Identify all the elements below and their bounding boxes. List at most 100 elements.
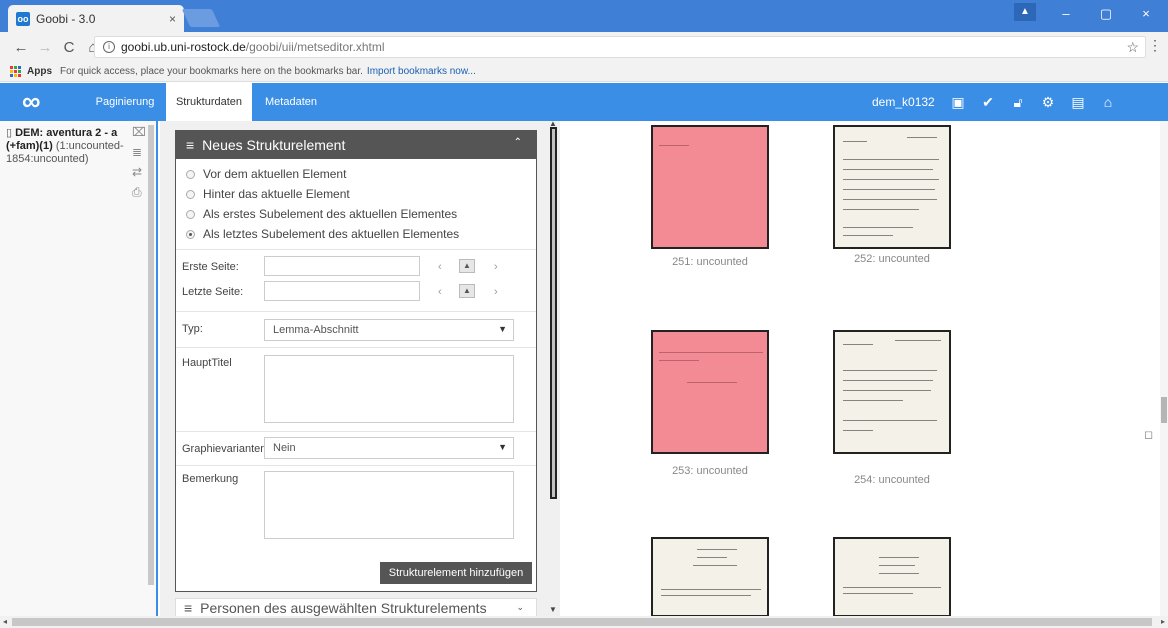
divider [176,249,536,250]
radio-button[interactable] [186,229,195,239]
restore-button[interactable]: ▢ [1088,0,1124,28]
back-icon[interactable]: ← [10,39,32,56]
card-text-line [843,199,937,200]
list-icon[interactable]: ≣ [132,145,146,159]
goobi-logo[interactable]: ∞ [22,87,41,115]
first-page-input[interactable] [264,256,420,276]
radio-label: Als letztes Subelement des aktuellen Ele… [203,227,460,241]
chevron-left-icon[interactable]: ‹ [438,261,442,273]
browser-menu-icon[interactable]: ⋮ [1148,37,1162,54]
card-text-line [879,565,915,566]
card-text-line [879,573,919,574]
chevron-up-icon[interactable]: ⌃ [514,137,522,148]
form-scrollbar[interactable]: ▲ ▼ [548,119,558,616]
remark-textarea[interactable] [264,471,514,539]
card-text-line [843,141,867,142]
new-tab-button[interactable] [181,9,221,27]
close-window-button[interactable]: × [1128,0,1164,28]
address-bar[interactable]: i goobi.ub.uni-rostock.de/goobi/uii/mets… [94,36,1146,58]
chevron-right-icon[interactable]: › [494,261,498,273]
radio-before[interactable]: Vor dem aktuellen Element [186,167,346,181]
bookmarks-hint: For quick access, place your bookmarks h… [60,66,363,77]
image-picker-icon[interactable]: ▲ [459,259,475,273]
reload-icon[interactable]: C [58,39,80,56]
save-icon[interactable]: ▤ [1070,94,1086,110]
tree-scrollbar[interactable] [148,125,154,585]
card-text-line [895,340,941,341]
persons-panel-title: Personen des ausgewählten Strukturelemen… [200,599,487,616]
chevron-down-icon[interactable]: ⌄ [516,602,524,613]
minimize-button[interactable]: – [1048,0,1084,28]
type-select[interactable]: Lemma-Abschnitt ▼ [264,319,514,341]
add-structure-element-button[interactable]: Strukturelement hinzufügen [380,562,532,584]
thumbnail-251[interactable] [651,125,769,249]
profile-icon[interactable]: ▲ [1014,3,1036,21]
graphic-variants-select[interactable]: Nein ▼ [264,437,514,459]
goobi-favicon-icon: oo [16,11,30,26]
tab-close-icon[interactable]: × [169,12,176,26]
type-label: Typ: [182,323,203,335]
bookmark-icon[interactable]: ◻ [1144,428,1153,441]
thumbnail-label: 254: uncounted [854,474,930,486]
thumbnail-253[interactable] [651,330,769,454]
thumbnail-scrollbar[interactable] [1160,121,1168,616]
tab-paginierung[interactable]: Paginierung [86,83,164,121]
app-header: ∞ Paginierung Strukturdaten Metadaten de… [0,83,1168,121]
card-text-line [661,589,761,590]
card-text-line [843,593,913,594]
tab-strukturdaten[interactable]: Strukturdaten [166,83,252,121]
last-page-input[interactable] [264,281,420,301]
unlock-icon[interactable]: 🔓︎ [1010,94,1026,110]
chevron-left-icon[interactable]: ‹ [438,286,442,298]
radio-button[interactable] [186,189,195,199]
image-icon[interactable]: ▣ [950,94,966,110]
main-title-label: HauptTitel [182,357,232,369]
thumbnail-254[interactable] [833,330,951,454]
tree-node-root[interactable]: ▯ DEM: aventura 2 - a (+fam)(1) (1:uncou… [6,127,124,166]
import-bookmarks-link[interactable]: Import bookmarks now... [367,66,476,77]
scroll-left-icon[interactable]: ◂ [3,616,7,628]
thumbnail-scroll-thumb[interactable] [1161,397,1167,423]
form-scroll-thumb[interactable] [550,127,557,499]
card-text-line [843,400,903,401]
radio-button[interactable] [186,209,195,219]
horizontal-scroll-thumb[interactable] [12,618,1152,626]
gear-icon[interactable]: ⚙ [1040,94,1056,110]
tab-title: Goobi - 3.0 [36,11,96,26]
image-picker-icon[interactable]: ▲ [459,284,475,298]
card-text-line [659,360,699,361]
divider [176,311,536,312]
apps-link[interactable]: Apps [27,66,52,77]
browser-tab[interactable]: oo Goobi - 3.0 × [8,5,184,32]
persons-panel-header[interactable]: ≡ Personen des ausgewählten Strukturelem… [175,598,537,616]
radio-button[interactable] [186,169,195,179]
swap-icon[interactable]: ⇄ [132,165,146,179]
scroll-down-icon[interactable]: ▼ [549,605,557,614]
radio-after[interactable]: Hinter das aktuelle Element [186,187,350,201]
check-icon[interactable]: ✔ [980,94,996,110]
forward-icon[interactable]: → [34,39,56,56]
main-title-textarea[interactable] [264,355,514,423]
thumbnail-255[interactable] [651,537,769,617]
home-icon[interactable]: ⌂ [1100,94,1116,110]
thumbnail-252[interactable] [833,125,951,249]
thumbnail-256[interactable] [833,537,951,617]
tag-icon[interactable]: ⌧ [132,125,146,139]
tree-node-title: DEM: aventura 2 - a [15,127,118,139]
bookmark-star-icon[interactable]: ☆ [1126,39,1139,56]
horizontal-scrollbar[interactable]: ◂ ▸ [0,616,1168,628]
chevron-right-icon[interactable]: › [494,286,498,298]
info-icon[interactable]: i [103,41,115,53]
tab-metadaten[interactable]: Metadaten [256,83,326,121]
panel-header[interactable]: ≡ Neues Strukturelement ⌃ [176,131,536,159]
card-text-line [843,420,937,421]
tree-toolbar: ⌧ ≣ ⇄ ⎙ [132,125,146,200]
apps-grid-icon[interactable] [10,65,22,78]
card-text-line [843,169,933,170]
print-icon[interactable]: ⎙ [132,185,146,200]
divider [176,431,536,432]
scroll-right-icon[interactable]: ▸ [1161,616,1165,628]
radio-first-child[interactable]: Als erstes Subelement des aktuellen Elem… [186,207,457,221]
radio-last-child[interactable]: Als letztes Subelement des aktuellen Ele… [186,227,459,241]
card-text-line [843,179,939,180]
